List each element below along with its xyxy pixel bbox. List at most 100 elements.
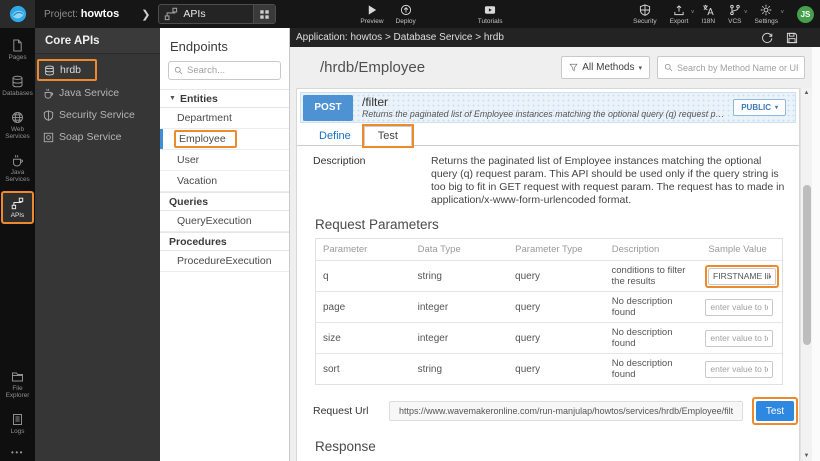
sidebar-item-label: File Explorer [3, 385, 32, 399]
endpoints-search-input[interactable] [187, 65, 275, 76]
test-button-highlight: Test [752, 397, 798, 425]
response-heading: Response [297, 425, 799, 461]
sample-value-input-sort[interactable] [705, 361, 773, 378]
overflow-menu-button[interactable]: ••• [11, 448, 24, 457]
method-search-input[interactable] [677, 63, 798, 73]
content-header: /hrdb/Employee All Methods ▾ [290, 47, 820, 88]
project-label: Project: [44, 9, 78, 20]
breadcrumb: Application: howtos > Database Service >… [296, 32, 761, 43]
security-button[interactable]: Security [633, 4, 656, 25]
sidebar-item-file-explorer[interactable]: File Explorer [1, 364, 34, 404]
sample-value-input-size[interactable] [705, 330, 773, 347]
endpoint-item-department[interactable]: Department [160, 108, 289, 129]
request-url-input[interactable] [389, 401, 743, 421]
sidebar-item-databases[interactable]: Databases [1, 69, 34, 102]
chevron-down-icon: ▾ [775, 104, 778, 111]
chevron-right-icon: ❯ [141, 8, 150, 21]
param-description: No description found [605, 292, 702, 322]
param-data-type: string [411, 360, 509, 379]
access-dropdown[interactable]: PUBLIC ▾ [733, 99, 786, 116]
param-sample-cell [701, 358, 782, 381]
deploy-button[interactable]: Deploy [396, 4, 416, 25]
service-item-security-service[interactable]: Security Service [35, 104, 160, 126]
chevron-down-icon: ˅ [691, 10, 695, 16]
export-button[interactable]: Export ˅ [670, 4, 689, 25]
page-title: /hrdb/Employee [320, 59, 425, 76]
param-name: page [316, 298, 411, 317]
param-sample-cell [701, 327, 782, 350]
wavemaker-logo[interactable] [0, 0, 35, 28]
java-services-icon [11, 154, 24, 167]
deploy-label: Deploy [396, 18, 416, 25]
method-search [657, 56, 805, 79]
tutorials-button[interactable]: Tutorials [478, 4, 503, 25]
preview-button[interactable]: Preview [360, 4, 383, 25]
sample-value-input-q[interactable] [708, 268, 776, 285]
sidebar-item-label: Databases [2, 90, 33, 97]
operation-row[interactable]: POST /filter Returns the paginated list … [300, 92, 796, 123]
endpoints-group-label: Entities [180, 93, 218, 105]
endpoints-group-queries[interactable]: Queries [160, 192, 289, 211]
sample-value-input-page[interactable] [705, 299, 773, 316]
param-name: sort [316, 360, 411, 379]
sidebar-item-logs[interactable]: Logs [1, 407, 34, 440]
vcs-button[interactable]: VCS ˅ [728, 4, 741, 25]
param-sample-cell [701, 262, 782, 291]
scroll-up-icon[interactable]: ▲ [801, 88, 812, 98]
user-avatar[interactable]: JS [797, 6, 814, 23]
table-header-row: ParameterData TypeParameter TypeDescript… [316, 239, 782, 261]
endpoints-search [168, 61, 281, 80]
main-scrollbar-thumb[interactable] [803, 185, 811, 345]
param-description: No description found [605, 323, 702, 353]
service-item-soap-service[interactable]: Soap Service [35, 126, 160, 148]
sidebar-item-java-services[interactable]: Java Services [1, 148, 34, 188]
save-icon[interactable] [786, 32, 798, 44]
settings-icon [760, 4, 772, 16]
tab-apis[interactable]: APIs [158, 4, 276, 24]
i18n-button[interactable]: I18N [701, 4, 715, 25]
endpoints-group-procedures[interactable]: Procedures [160, 232, 289, 251]
sidebar-item-label: Pages [8, 54, 26, 61]
deploy-icon [400, 4, 412, 16]
endpoint-item-employee[interactable]: Employee [160, 129, 289, 150]
service-item-label: Security Service [59, 109, 135, 121]
sidebar-item-apis[interactable]: APIs [1, 191, 34, 224]
tab-test[interactable]: Test [364, 126, 412, 146]
chevron-down-icon: ▼ [169, 95, 176, 102]
sidebar-item-pages[interactable]: Pages [1, 33, 34, 66]
sidebar-item-web-services[interactable]: Web Services [1, 105, 34, 145]
main-scrollbar[interactable]: ▲ ▼ [800, 88, 812, 461]
endpoint-item-user[interactable]: User [160, 150, 289, 171]
database-icon [44, 65, 55, 76]
grid-menu-button[interactable] [253, 5, 275, 23]
chevron-down-icon: ˅ [744, 10, 748, 16]
sidebar-item-label: Web Services [3, 126, 32, 140]
settings-button[interactable]: Settings ˅ [755, 4, 779, 25]
wavemaker-logo-icon [9, 5, 27, 23]
test-button[interactable]: Test [756, 401, 794, 421]
vcs-icon [729, 4, 741, 16]
tab-define[interactable]: Define [306, 127, 364, 145]
service-item-label: Java Service [59, 87, 119, 99]
endpoint-item-label: User [177, 154, 199, 166]
service-item-label: hrdb [60, 64, 81, 76]
databases-icon [11, 75, 24, 88]
grid-icon [259, 9, 270, 20]
request-url-row: Request Url Test [297, 385, 799, 425]
scroll-down-icon[interactable]: ▼ [801, 451, 812, 461]
table-row: sizeintegerqueryNo description found [316, 323, 782, 354]
endpoint-item-queryexecution[interactable]: QueryExecution [160, 211, 289, 232]
service-item-java-service[interactable]: Java Service [35, 82, 160, 104]
request-parameters-heading: Request Parameters [297, 207, 799, 238]
refresh-icon[interactable] [761, 32, 773, 44]
endpoint-item-vacation[interactable]: Vacation [160, 171, 289, 192]
operation-info: /filter Returns the paginated list of Em… [353, 96, 726, 120]
chevron-down-icon: ▾ [638, 64, 642, 72]
project-name: Project: howtos [44, 8, 119, 20]
endpoint-item-label: Department [177, 112, 232, 124]
methods-filter-dropdown[interactable]: All Methods ▾ [561, 56, 650, 79]
sidebar-item-label: APIs [11, 212, 25, 219]
endpoints-group-entities[interactable]: ▼ Entities [160, 89, 289, 108]
endpoint-item-procedureexecution[interactable]: ProcedureExecution [160, 251, 289, 272]
service-item-hrdb[interactable]: hrdb [37, 59, 97, 81]
